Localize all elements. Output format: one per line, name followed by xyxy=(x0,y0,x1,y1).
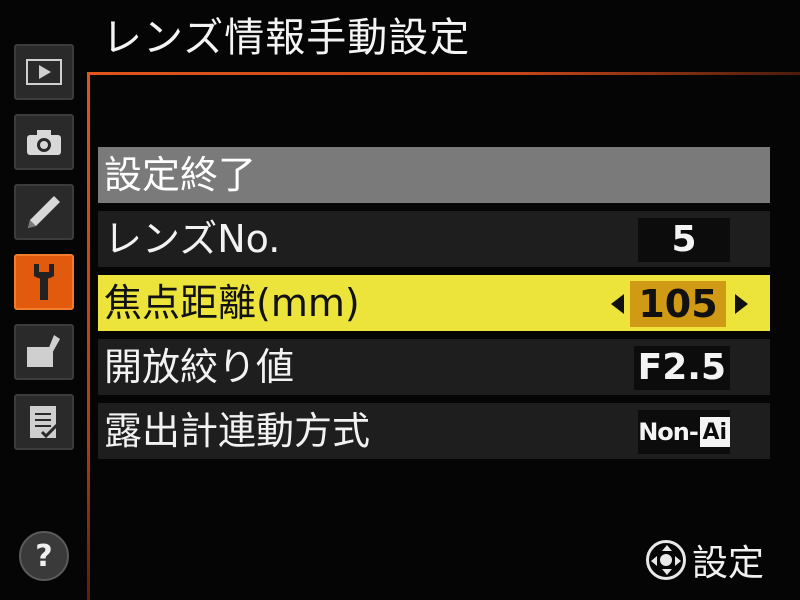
focal-length-value[interactable]: 105 xyxy=(630,281,726,327)
ai-logo-box: Ai xyxy=(699,417,730,447)
pencil-icon xyxy=(28,196,60,228)
menu-sidebar: ? xyxy=(0,0,86,600)
menu-item-done[interactable]: 設定終了 xyxy=(98,147,770,203)
lens-number-value: 5 xyxy=(638,218,730,262)
menu-item-lens-number[interactable]: レンズNo. 5 xyxy=(98,211,770,267)
tab-photo-shooting[interactable] xyxy=(14,114,74,170)
footer-hint: 設定 xyxy=(645,535,764,585)
sidebar-divider xyxy=(87,72,90,600)
menu-item-focal-length[interactable]: 焦点距離(mm) 105 xyxy=(98,275,770,331)
help-icon: ? xyxy=(35,538,53,574)
tab-retouch[interactable] xyxy=(14,324,74,380)
tab-custom-settings[interactable] xyxy=(14,184,74,240)
decrease-arrow-icon[interactable] xyxy=(611,294,624,314)
wrench-icon xyxy=(34,264,54,300)
retouch-icon xyxy=(27,335,60,367)
header-divider xyxy=(87,72,800,75)
multi-selector-icon xyxy=(645,540,686,580)
max-aperture-value: F2.5 xyxy=(633,346,730,390)
footer-label: 設定 xyxy=(691,543,764,584)
menu-item-label: 設定終了 xyxy=(104,153,257,197)
menu-item-max-aperture[interactable]: 開放絞り値 F2.5 xyxy=(98,339,770,395)
menu-item-label: 焦点距離(mm) xyxy=(104,281,360,325)
tab-setup[interactable] xyxy=(14,254,74,310)
menu-item-label: 露出計連動方式 xyxy=(104,409,371,453)
non-ai-badge: Non- Ai xyxy=(638,410,730,454)
tab-my-menu[interactable] xyxy=(14,394,74,450)
page-title: レンズ情報手動設定 xyxy=(102,15,471,61)
my-menu-icon xyxy=(30,406,60,439)
tab-playback[interactable] xyxy=(14,44,74,100)
playback-icon xyxy=(26,59,62,85)
menu-item-label: レンズNo. xyxy=(104,217,281,261)
increase-arrow-icon[interactable] xyxy=(735,294,748,314)
menu-item-meter-coupling[interactable]: 露出計連動方式 Non- Ai xyxy=(98,403,770,459)
camera-icon xyxy=(27,130,61,155)
help-button[interactable]: ? xyxy=(19,531,69,581)
non-ai-text: Non- xyxy=(638,418,699,446)
menu-item-label: 開放絞り値 xyxy=(104,345,295,389)
